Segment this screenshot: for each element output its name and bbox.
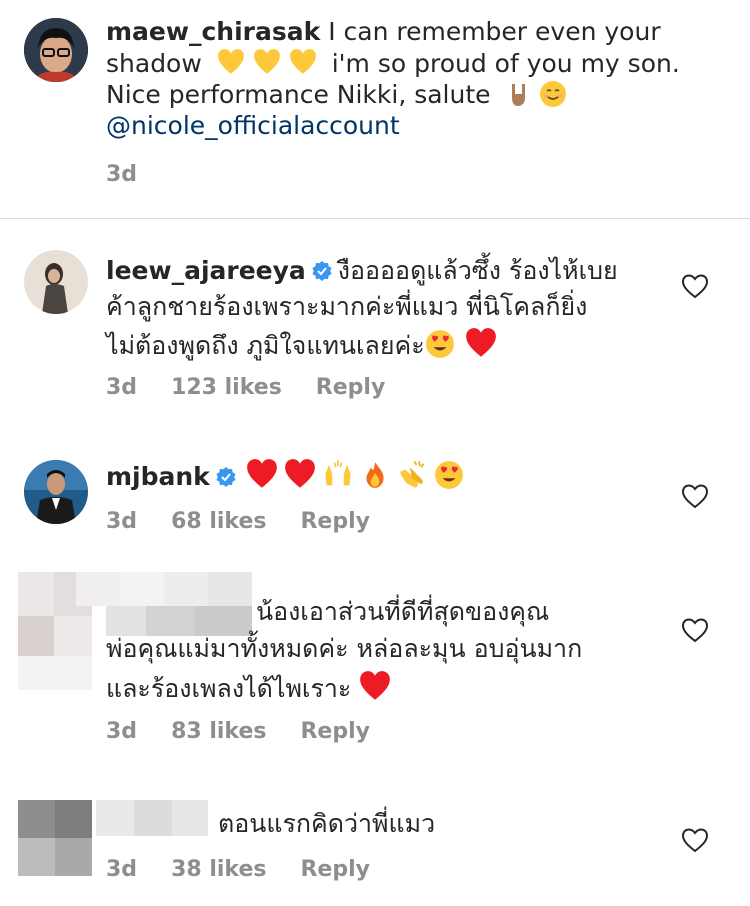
comment-text: งืออออดูแล้วซึ้ง ร้องไห้เบย	[337, 256, 618, 285]
red-heart-icon	[360, 671, 391, 700]
red-heart-icon	[246, 459, 277, 488]
comment-username[interactable]: mjbank	[106, 462, 210, 491]
comment-text: ไม่ต้องพูดถึง ภูมิใจแทนเลยค่ะ	[106, 331, 425, 360]
reply-button[interactable]: Reply	[300, 857, 370, 882]
like-heart-icon[interactable]	[681, 273, 709, 299]
avatar[interactable]	[24, 250, 88, 314]
smiling-face-icon	[539, 81, 566, 107]
avatar[interactable]	[24, 18, 88, 82]
like-heart-icon[interactable]	[681, 827, 709, 853]
yellow-heart-icon	[253, 49, 280, 74]
comment-text: ตอนแรกคิดว่าพี่แมว	[218, 809, 436, 838]
comment-username[interactable]: leew_ajareeya	[106, 256, 306, 285]
like-count[interactable]: 83 likes	[171, 719, 266, 744]
mention-link[interactable]: @nicole_officialaccount	[106, 111, 400, 140]
reply-button[interactable]: Reply	[316, 375, 386, 400]
comment-text: น้องเอาส่วนที่ดีที่สุดของคุณ	[256, 597, 550, 626]
comment-text: shadow	[106, 49, 202, 78]
comment-username[interactable]: maew_chirasak	[106, 17, 320, 46]
red-heart-icon	[465, 328, 496, 357]
comment-text: Nice performance Nikki, salute	[106, 80, 491, 109]
comment-time: 3d	[106, 162, 138, 187]
blurred-username	[96, 800, 208, 836]
raising-hands-icon	[325, 460, 351, 486]
comment-text: ค้าลูกชายร้องเพราะมากค่ะพี่แมว พี่นิโคลก…	[106, 292, 588, 321]
heart-eyes-icon	[425, 330, 454, 358]
yellow-heart-icon	[289, 49, 316, 74]
blurred-avatar	[18, 800, 92, 876]
comment-text: i'm so proud of you my son.	[331, 49, 680, 78]
like-count[interactable]: 38 likes	[171, 857, 266, 882]
red-heart-icon	[284, 459, 315, 488]
heart-eyes-icon	[434, 461, 463, 489]
yellow-heart-icon	[217, 49, 244, 74]
verified-badge-icon	[216, 467, 236, 487]
like-count[interactable]: 68 likes	[171, 509, 266, 534]
fire-icon	[366, 462, 384, 488]
like-heart-icon[interactable]	[681, 483, 709, 509]
comment-time: 3d	[106, 719, 138, 744]
reply-button[interactable]: Reply	[300, 509, 370, 534]
divider	[0, 218, 750, 219]
avatar[interactable]	[24, 460, 88, 524]
comment-time: 3d	[106, 375, 138, 400]
like-count[interactable]: 123 likes	[171, 375, 282, 400]
like-heart-icon[interactable]	[681, 617, 709, 643]
comment-text: I can remember even your	[328, 17, 661, 46]
rock-hand-icon	[511, 84, 525, 106]
comment-text: และร้องเพลงได้ไพเราะ	[106, 674, 352, 703]
comment-time: 3d	[106, 509, 138, 534]
verified-badge-icon	[312, 261, 332, 281]
comment-time: 3d	[106, 857, 138, 882]
clapping-hands-icon	[400, 460, 425, 488]
comment-text: พ่อคุณแม่มาทั้งหมดค่ะ หล่อละมุน อบอุ่นมา…	[106, 634, 583, 663]
reply-button[interactable]: Reply	[300, 719, 370, 744]
